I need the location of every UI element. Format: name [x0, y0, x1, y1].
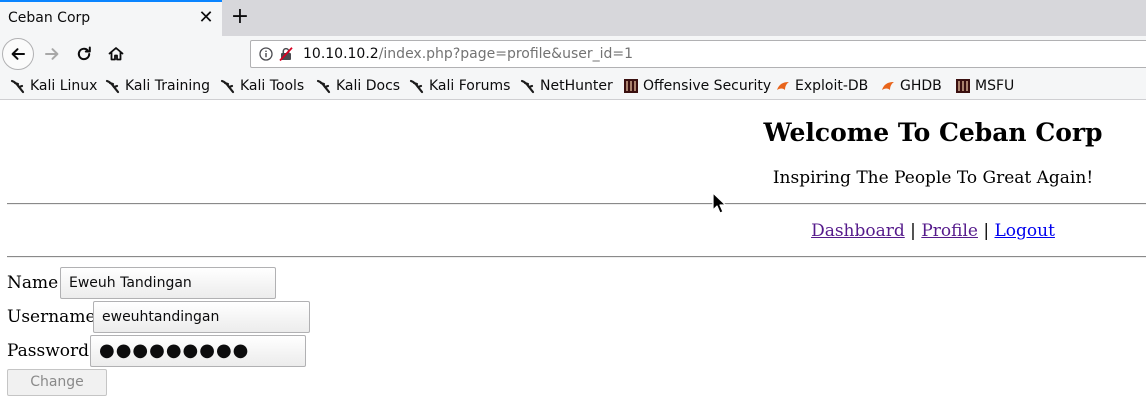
nav-separator: | [983, 221, 990, 241]
info-icon[interactable] [259, 47, 273, 61]
change-button[interactable]: Change [7, 369, 107, 396]
navigation-toolbar: 10.10.10.2/index.php?page=profile&user_i… [0, 36, 1146, 72]
bookmark-label: MSFU [975, 78, 1015, 94]
dashboard-link[interactable]: Dashboard [811, 221, 905, 241]
username-field[interactable]: eweuhtandingan [93, 301, 310, 333]
bookmark-nethunter[interactable]: NetHunter [520, 76, 613, 96]
tab-ceban-corp[interactable]: Ceban Corp ✕ [0, 0, 222, 36]
url-path: /index.php?page=profile&user_id=1 [378, 46, 634, 62]
insecure-lock-icon[interactable] [279, 47, 293, 61]
offsec-icon [624, 79, 638, 93]
home-button[interactable] [100, 38, 132, 70]
bookmark-label: NetHunter [540, 78, 613, 94]
tab-title: Ceban Corp [8, 10, 91, 26]
bookmark-label: Kali Training [125, 78, 210, 94]
bookmark-offensive-security[interactable]: Offensive Security [623, 76, 771, 96]
mouse-cursor-icon [712, 192, 726, 214]
page-tagline: Inspiring The People To Great Again! [772, 168, 1094, 188]
kali-dragon-icon [316, 79, 331, 94]
password-label: Password [7, 341, 90, 361]
kali-dragon-icon [10, 79, 25, 94]
profile-link[interactable]: Profile [921, 221, 978, 241]
page-content: Welcome To Ceban Corp Inspiring The Peop… [0, 100, 1146, 420]
kali-dragon-icon [105, 79, 120, 94]
reload-icon [77, 46, 91, 61]
reload-button[interactable] [68, 38, 100, 70]
bookmark-label: GHDB [900, 78, 942, 94]
name-field[interactable]: Eweuh Tandingan [60, 267, 276, 299]
bookmark-label: Offensive Security [643, 78, 772, 94]
offsec-icon [956, 79, 970, 93]
kali-dragon-icon [409, 79, 424, 94]
kali-dragon-icon [520, 79, 535, 94]
password-field[interactable]: ●●●●●●●●● [90, 335, 306, 367]
name-label: Name [7, 273, 59, 293]
url-text[interactable]: 10.10.10.2/index.php?page=profile&user_i… [303, 46, 633, 62]
url-host: 10.10.10.2 [303, 46, 379, 62]
divider-top [7, 203, 1146, 205]
logout-link[interactable]: Logout [995, 221, 1055, 241]
bookmark-kali-training[interactable]: Kali Training [105, 76, 210, 96]
bookmark-kali-docs[interactable]: Kali Docs [316, 76, 400, 96]
exploit-db-icon [777, 82, 789, 90]
bookmark-label: Kali Forums [429, 78, 511, 94]
tab-strip: Ceban Corp ✕ + [0, 0, 1146, 36]
nav-separator: | [910, 221, 916, 241]
bookmark-label: Kali Tools [240, 78, 305, 94]
arrow-right-icon [45, 48, 59, 60]
bookmark-msfu[interactable]: MSFU [955, 76, 1014, 96]
url-bar[interactable]: 10.10.10.2/index.php?page=profile&user_i… [250, 40, 1146, 68]
page-title: Welcome To Ceban Corp [763, 118, 1103, 147]
divider-bottom [7, 256, 1146, 258]
arrow-left-icon [11, 48, 25, 60]
home-icon [108, 47, 124, 61]
forward-button[interactable] [36, 38, 68, 70]
new-tab-icon[interactable]: + [230, 4, 250, 30]
bookmark-ghdb[interactable]: GHDB [880, 76, 942, 96]
exploit-db-icon [882, 82, 894, 90]
bookmark-label: Kali Docs [336, 78, 401, 94]
bookmark-exploit-db[interactable]: Exploit-DB [775, 76, 868, 96]
bookmarks-toolbar: Kali Linux Kali Training Kali Tools Kali… [0, 72, 1146, 100]
bookmark-label: Kali Linux [30, 78, 98, 94]
bookmark-label: Exploit-DB [795, 78, 869, 94]
close-icon[interactable]: ✕ [198, 8, 214, 28]
username-label: Username [7, 307, 96, 327]
kali-dragon-icon [220, 79, 235, 94]
bookmark-kali-forums[interactable]: Kali Forums [409, 76, 510, 96]
bookmark-kali-tools[interactable]: Kali Tools [220, 76, 304, 96]
bookmark-kali-linux[interactable]: Kali Linux [10, 76, 97, 96]
site-nav: Dashboard | Profile | Logout [720, 221, 1146, 241]
back-button[interactable] [2, 38, 34, 70]
